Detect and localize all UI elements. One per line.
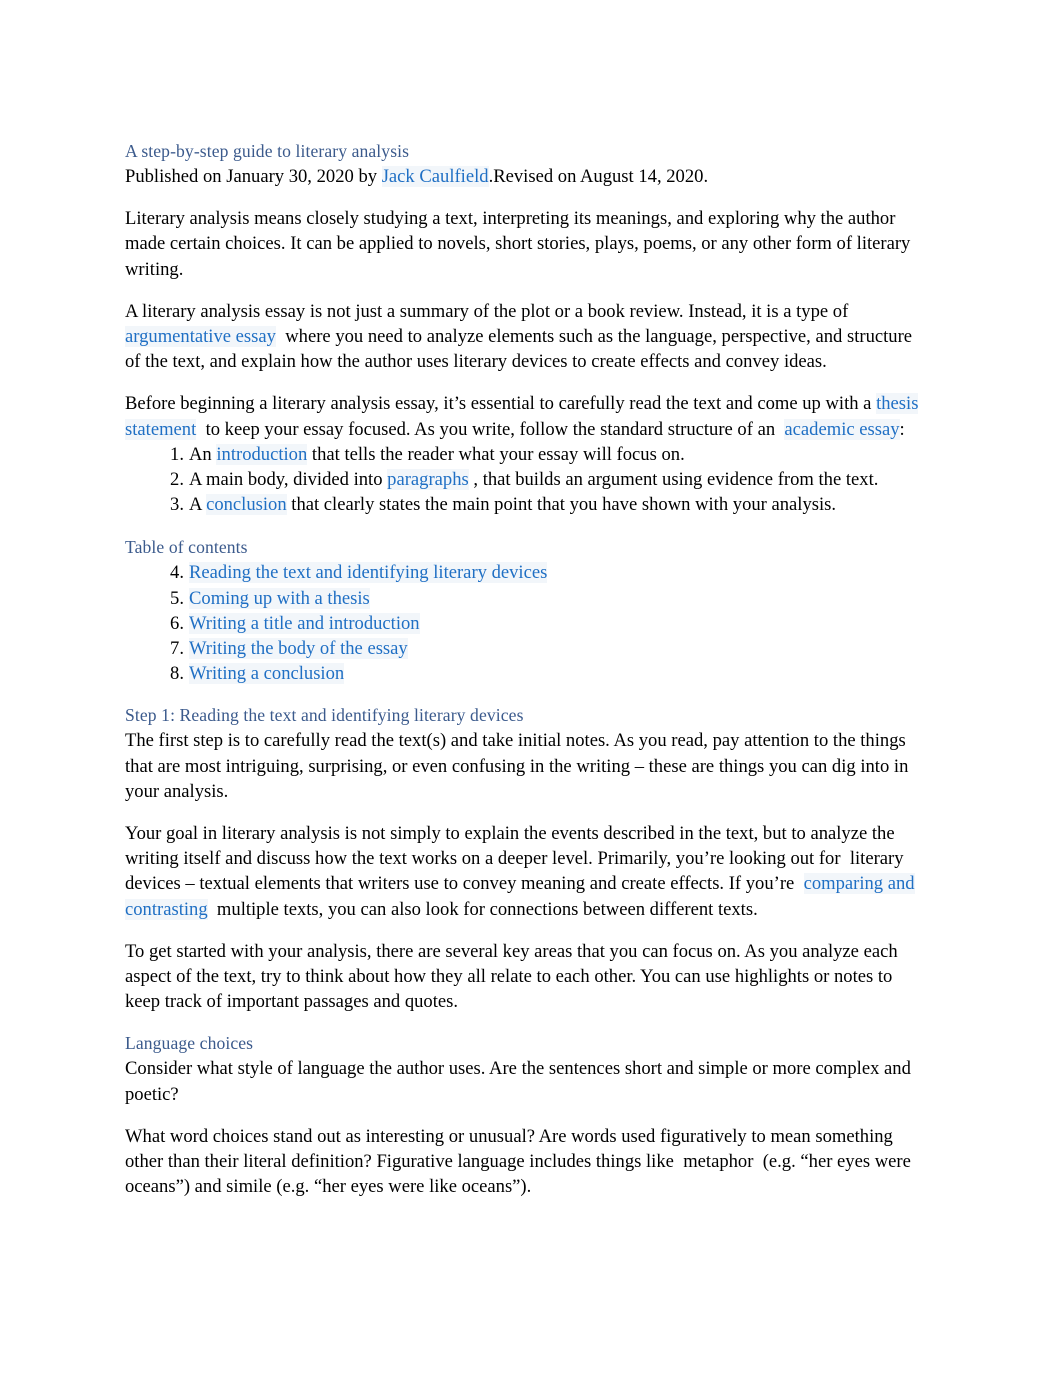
list-item-text-before: A bbox=[189, 494, 207, 516]
language-choices-heading: Language choices bbox=[125, 1033, 254, 1054]
document-page: A step-by-step guide to literary analysi… bbox=[0, 0, 1062, 1377]
paragraph-intro: Literary analysis means closely studying… bbox=[125, 208, 911, 280]
toc-link-writing-a-conclusion[interactable]: Writing a conclusion bbox=[189, 663, 345, 685]
toc-item: 4. Reading the text and identifying liter… bbox=[125, 560, 931, 585]
list-item-text-after: that tells the reader what your essay wi… bbox=[307, 443, 685, 465]
paragraph-argumentative: A literary analysis essay is not just a … bbox=[125, 299, 931, 375]
step-1-paragraph-3: To get started with your analysis, there… bbox=[125, 940, 898, 1013]
toc-item-number: 4. bbox=[170, 562, 184, 584]
language-choices-paragraph-1: Consider what style of language the auth… bbox=[125, 1058, 911, 1105]
metaphor-emphasis: metaphor bbox=[683, 1151, 754, 1173]
author-link[interactable]: Jack Caulfield bbox=[381, 166, 489, 187]
toc-item-number: 5. bbox=[170, 587, 184, 609]
step-1-paragraph-2: Your goal in literary analysis is not si… bbox=[125, 821, 931, 922]
step-1-paragraph-2-text-3: multiple texts, you can also look for co… bbox=[212, 898, 758, 920]
list-item-text-before: An bbox=[189, 443, 217, 465]
table-of-contents-heading: Table of contents bbox=[125, 537, 248, 558]
paragraph-argumentative-text-1: A literary analysis essay is not just a … bbox=[125, 300, 849, 322]
toc-item-number: 6. bbox=[170, 612, 184, 634]
paragraph-thesis-text-1: Before beginning a literary analysis ess… bbox=[125, 393, 877, 415]
paragraph-thesis-text-3: : bbox=[899, 418, 905, 440]
step-1-paragraph-2-text-1: Your goal in literary analysis is not si… bbox=[125, 823, 895, 870]
step-1-heading: Step 1: Reading the text and identifying… bbox=[125, 705, 524, 726]
toc-item-number: 7. bbox=[170, 638, 184, 660]
toc-link-coming-up-with-a-thesis[interactable]: Coming up with a thesis bbox=[189, 587, 370, 609]
introduction-link[interactable]: introduction bbox=[216, 443, 308, 465]
list-item-text-before: A main body, divided into bbox=[189, 469, 388, 491]
byline-published-prefix: Published on January 30, 2020 by bbox=[125, 166, 382, 187]
byline: Published on January 30, 2020 by Jack Ca… bbox=[125, 164, 931, 189]
toc-link-reading-the-text[interactable]: Reading the text and identifying literar… bbox=[189, 562, 548, 584]
toc-item: 8. Writing a conclusion bbox=[125, 661, 931, 686]
toc-link-writing-a-title-and-introduction[interactable]: Writing a title and introduction bbox=[189, 612, 420, 634]
paragraphs-link[interactable]: paragraphs bbox=[387, 469, 469, 491]
conclusion-link[interactable]: conclusion bbox=[206, 494, 287, 516]
list-item-text-after: , that builds an argument using evidence… bbox=[473, 469, 879, 491]
table-of-contents-list: 4. Reading the text and identifying liter… bbox=[125, 560, 931, 686]
step-1-paragraph-2-text-2: – textual elements that writers use to c… bbox=[180, 873, 799, 895]
step-1-paragraph-1: The first step is to carefully read the … bbox=[125, 730, 909, 802]
toc-item: 7. Writing the body of the essay bbox=[125, 636, 931, 661]
essay-structure-list: 1. An introduction that tells the reader … bbox=[125, 442, 931, 518]
academic-essay-link[interactable]: academic essay bbox=[784, 418, 900, 440]
list-item: 3. A conclusion that clearly states the m… bbox=[125, 492, 931, 517]
toc-item-number: 8. bbox=[170, 663, 184, 685]
toc-link-writing-the-body-of-the-essay[interactable]: Writing the body of the essay bbox=[189, 638, 408, 660]
document-body: A step-by-step guide to literary analysi… bbox=[125, 139, 931, 1200]
language-choices-paragraph-2: What word choices stand out as interesti… bbox=[125, 1124, 931, 1200]
list-item-number: 2. bbox=[170, 469, 184, 491]
page-title: A step-by-step guide to literary analysi… bbox=[125, 141, 410, 161]
list-item: 1. An introduction that tells the reader … bbox=[125, 442, 931, 467]
list-item: 2. A main body, divided into paragraphs ,… bbox=[125, 467, 931, 492]
list-item-number: 1. bbox=[170, 443, 184, 465]
paragraph-thesis: Before beginning a literary analysis ess… bbox=[125, 391, 931, 441]
paragraph-thesis-text-2: to keep your essay focused. As you write… bbox=[200, 418, 780, 440]
toc-item: 6. Writing a title and introduction bbox=[125, 611, 931, 636]
byline-revised: .Revised on August 14, 2020. bbox=[488, 166, 709, 187]
list-item-number: 3. bbox=[170, 494, 184, 516]
toc-item: 5. Coming up with a thesis bbox=[125, 586, 931, 611]
argumentative-essay-link[interactable]: argumentative essay bbox=[125, 326, 276, 348]
list-item-text-after: that clearly states the main point that … bbox=[286, 494, 837, 516]
